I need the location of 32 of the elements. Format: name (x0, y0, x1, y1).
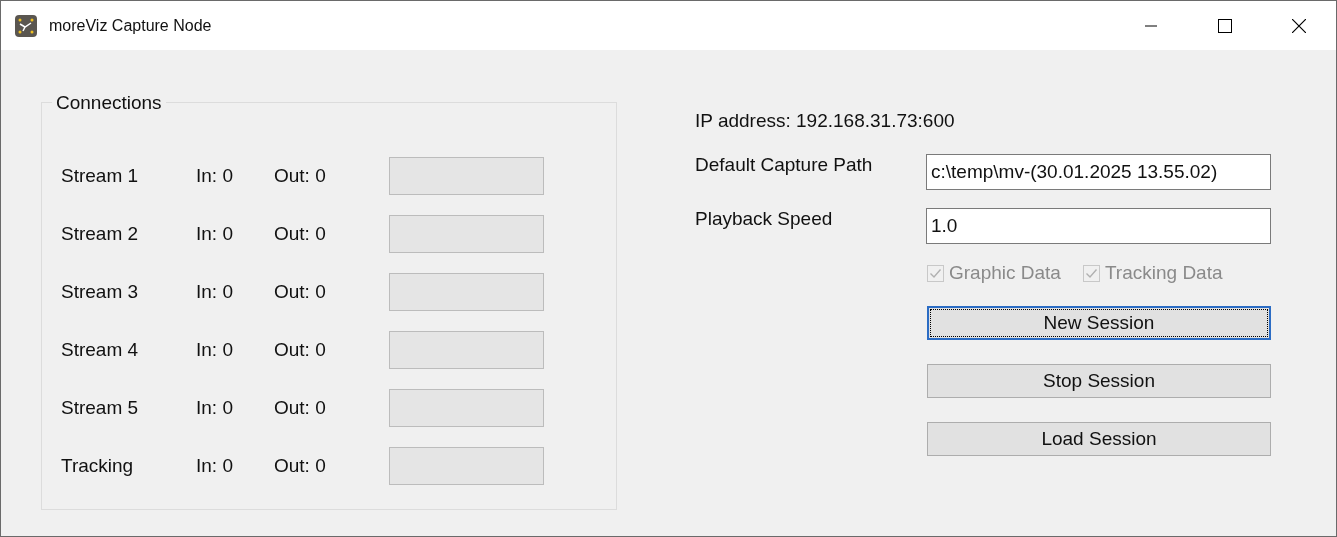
session-button[interactable]: New Session (927, 306, 1271, 340)
in-count: In: 0 (196, 339, 234, 361)
stream-name: Tracking (60, 455, 135, 477)
session-button[interactable]: Stop Session (927, 364, 1271, 398)
out-count: Out: 0 (274, 339, 327, 361)
stream-name: Stream 1 (60, 165, 140, 187)
input-field[interactable]: 1.0 (926, 208, 1271, 244)
out-count: Out: 0 (274, 397, 327, 419)
out-count: Out: 0 (274, 455, 327, 477)
in-count: In: 0 (196, 165, 234, 187)
stream-name: Stream 4 (60, 339, 140, 361)
ip-address: IP address: 192.168.31.73:600 (695, 110, 956, 132)
window-title: moreViz Capture Node (49, 16, 212, 35)
input-field[interactable]: c:\temp\mv-(30.01.2025 13.55.02) (926, 154, 1271, 190)
stream-name: Stream 2 (60, 223, 140, 245)
stream-name: Stream 3 (60, 281, 140, 303)
in-count: In: 0 (196, 397, 234, 419)
app-icon (15, 14, 37, 37)
out-count: Out: 0 (274, 281, 327, 303)
out-count: Out: 0 (274, 165, 327, 187)
out-count: Out: 0 (274, 223, 327, 245)
field-label: Playback Speed (695, 208, 834, 230)
in-count: In: 0 (196, 455, 234, 477)
maximize-icon[interactable] (1218, 18, 1232, 33)
close-icon[interactable] (1292, 18, 1306, 33)
field-label: Default Capture Path (695, 154, 874, 176)
stream-name: Stream 5 (60, 397, 140, 419)
in-count: In: 0 (196, 281, 234, 303)
session-button[interactable]: Load Session (927, 422, 1271, 456)
checkbox-label: Graphic Data (949, 262, 1061, 284)
checkbox-label: Tracking Data (1104, 262, 1223, 284)
in-count: In: 0 (196, 223, 234, 245)
